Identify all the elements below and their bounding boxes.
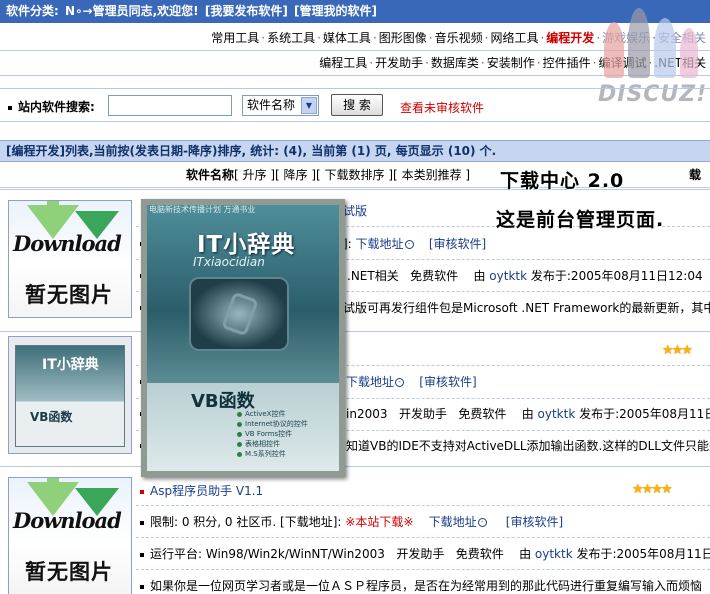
- category-link[interactable]: 网络工具: [490, 31, 538, 45]
- category-link[interactable]: 数据库类: [431, 56, 479, 70]
- separator: ·: [484, 31, 489, 45]
- author-link[interactable]: oytktk: [535, 547, 573, 561]
- author-link[interactable]: oytktk: [538, 407, 576, 421]
- category-link[interactable]: 控件插件: [543, 56, 591, 70]
- separator: ·: [425, 56, 429, 70]
- category-link[interactable]: 开发助手: [375, 56, 423, 70]
- sort-downloads-link[interactable]: 下载数排序: [325, 168, 385, 182]
- separator: ·: [317, 31, 321, 45]
- search-field-select[interactable]: 软件名称 ▼: [242, 95, 319, 116]
- category-link[interactable]: 常用工具: [211, 31, 259, 45]
- sort-asc-link[interactable]: 升序: [243, 168, 267, 182]
- expand-icon[interactable]: -: [395, 378, 405, 387]
- download-word: Download: [13, 231, 122, 256]
- category-link[interactable]: 图形图像: [379, 31, 427, 45]
- bullet-icon: [8, 105, 12, 110]
- overlay-caption-title: 下载中心 2.0: [500, 170, 625, 192]
- unreviewed-link[interactable]: 查看未审核软件: [400, 99, 484, 116]
- no-image-text: 暂无图片: [25, 283, 113, 307]
- expand-icon[interactable]: -: [477, 518, 487, 527]
- item-desc: 如果你是一位网页学习者或是一位ＡＳＰ程序员，是否在为经常用到的那此代码进行重复编…: [138, 578, 702, 594]
- expand-icon[interactable]: -: [404, 240, 414, 249]
- separator: ·: [592, 56, 597, 70]
- bullet-icon: [140, 489, 144, 494]
- download-link[interactable]: 下载地址: [346, 375, 394, 389]
- no-image-thumbnail[interactable]: Download 暂无图片: [8, 477, 132, 594]
- book-pinyin: ITxiaocidian: [193, 255, 265, 269]
- list-item: IT小辞典 VB函数 ★★★ 下载地址 - [审核软件] in2003 开发助手 …: [0, 331, 710, 465]
- category-link[interactable]: 音乐视频: [435, 31, 483, 45]
- bullet-icon: [140, 552, 144, 557]
- download-word: Download: [13, 508, 122, 533]
- separator: ·: [372, 31, 377, 45]
- logo-figure-1: [604, 22, 624, 78]
- item-desc: 知道VB的IDE不支持对ActiveDLL添加输出函数.这样的DLL文件只能采用: [346, 439, 710, 453]
- category-link[interactable]: 媒体工具: [323, 31, 371, 45]
- item-desc: 试版可再发行组件包是Microsoft .NET Framework的最新更新，…: [343, 301, 710, 315]
- item-meta-line: .NET相关 免费软件 由 oytktk 发布于:2005年08月11日12:0…: [347, 269, 703, 283]
- bullet-icon: [140, 520, 144, 525]
- category-link[interactable]: 安装制作: [487, 56, 535, 70]
- logo-figure-4: [680, 28, 698, 78]
- item-meta-line: 运行平台: Win98/Win2k/WinNT/Win2003 开发助手 免费软…: [138, 546, 710, 562]
- rating-stars: ★★★: [662, 343, 693, 358]
- local-download-link[interactable]: ※本站下载※: [345, 515, 413, 529]
- list-header: [编程开发]列表,当前按(发表日期-降序)排序, 统计: (4), 当前第 (1…: [0, 140, 710, 162]
- book-preview-popup[interactable]: 电脑新技术传播计划 万通书业 IT小辞典 ITxiaocidian VB函数 A…: [141, 199, 345, 477]
- chevron-down-icon[interactable]: ▼: [301, 97, 317, 114]
- item-limit-line: 限制: 0 积分, 0 社区币. [下载地址]: ※本站下载※ 下载地址 - [审…: [138, 514, 563, 530]
- review-link[interactable]: [审核软件]: [419, 375, 476, 389]
- welcome-text: N∘→管理员同志,欢迎您!: [65, 4, 199, 18]
- separator: ·: [480, 56, 485, 70]
- review-link[interactable]: [审核软件]: [506, 515, 563, 529]
- book-thumb-title: IT小辞典: [42, 357, 99, 373]
- separator: ·: [540, 31, 545, 45]
- download-link[interactable]: 下载地址: [356, 237, 404, 251]
- no-image-text: 暂无图片: [25, 560, 113, 584]
- item-title[interactable]: Asp程序员助手 V1.1: [138, 483, 263, 499]
- category-link[interactable]: 编程工具: [319, 56, 367, 70]
- item-download-line: 下载地址 - [审核软件]: [346, 374, 477, 390]
- category-link[interactable]: 编程开发: [546, 31, 594, 45]
- review-link[interactable]: [审核软件]: [429, 237, 486, 251]
- author-link[interactable]: oytktk: [489, 269, 527, 283]
- separator: ·: [261, 31, 266, 45]
- search-button[interactable]: 搜 索: [331, 94, 383, 116]
- category-label: 软件分类:: [6, 4, 59, 18]
- separator: ·: [536, 56, 541, 70]
- separator: ·: [369, 56, 374, 70]
- book-contents-list: ActiveX控件 Internet协议的控件 VB Forms控件 表格相控件…: [237, 409, 308, 459]
- book-thumb-volume: VB函数: [30, 410, 73, 424]
- book-publisher: 电脑新技术传播计划 万通书业: [149, 205, 256, 214]
- download-link[interactable]: 下载地址: [429, 515, 477, 529]
- sort-tail: 载: [689, 168, 702, 182]
- search-bar: 站内软件搜索: 软件名称 ▼ 搜 索 查看未审核软件: [0, 88, 710, 122]
- separator: ·: [428, 31, 433, 45]
- sort-name-label: 软件名称: [186, 168, 235, 182]
- category-link[interactable]: 系统工具: [267, 31, 315, 45]
- search-input[interactable]: [108, 95, 232, 116]
- manage-link[interactable]: [管理我的软件]: [294, 4, 377, 18]
- logo-figure-2: [628, 8, 650, 78]
- bullet-icon: [140, 584, 144, 589]
- book-thumbnail[interactable]: IT小辞典 VB函数: [8, 336, 132, 454]
- item-title-tail: 试版: [343, 204, 368, 218]
- rating-stars: ★★★★: [632, 482, 673, 497]
- overlay-caption-subtitle: 这是前台管理页面.: [496, 209, 665, 231]
- item-download-line: ]: 下载地址 - [审核软件]: [343, 237, 487, 251]
- item-meta-line: in2003 开发助手 免费软件 由 oytktk 发布于:2005年08月11…: [346, 407, 710, 421]
- search-label: 站内软件搜索:: [6, 98, 95, 115]
- no-image-thumbnail[interactable]: Download 暂无图片: [8, 200, 132, 318]
- sort-desc-link[interactable]: 降序: [284, 168, 308, 182]
- publish-link[interactable]: [我要发布软件]: [205, 4, 288, 18]
- list-item: Download 暂无图片 Asp程序员助手 V1.1 ★★★★ 限制: 0 积…: [0, 466, 710, 594]
- logo-figure-3: [654, 18, 676, 78]
- book-title: IT小辞典: [197, 232, 296, 258]
- recommend-link[interactable]: 本类别推荐: [402, 168, 462, 182]
